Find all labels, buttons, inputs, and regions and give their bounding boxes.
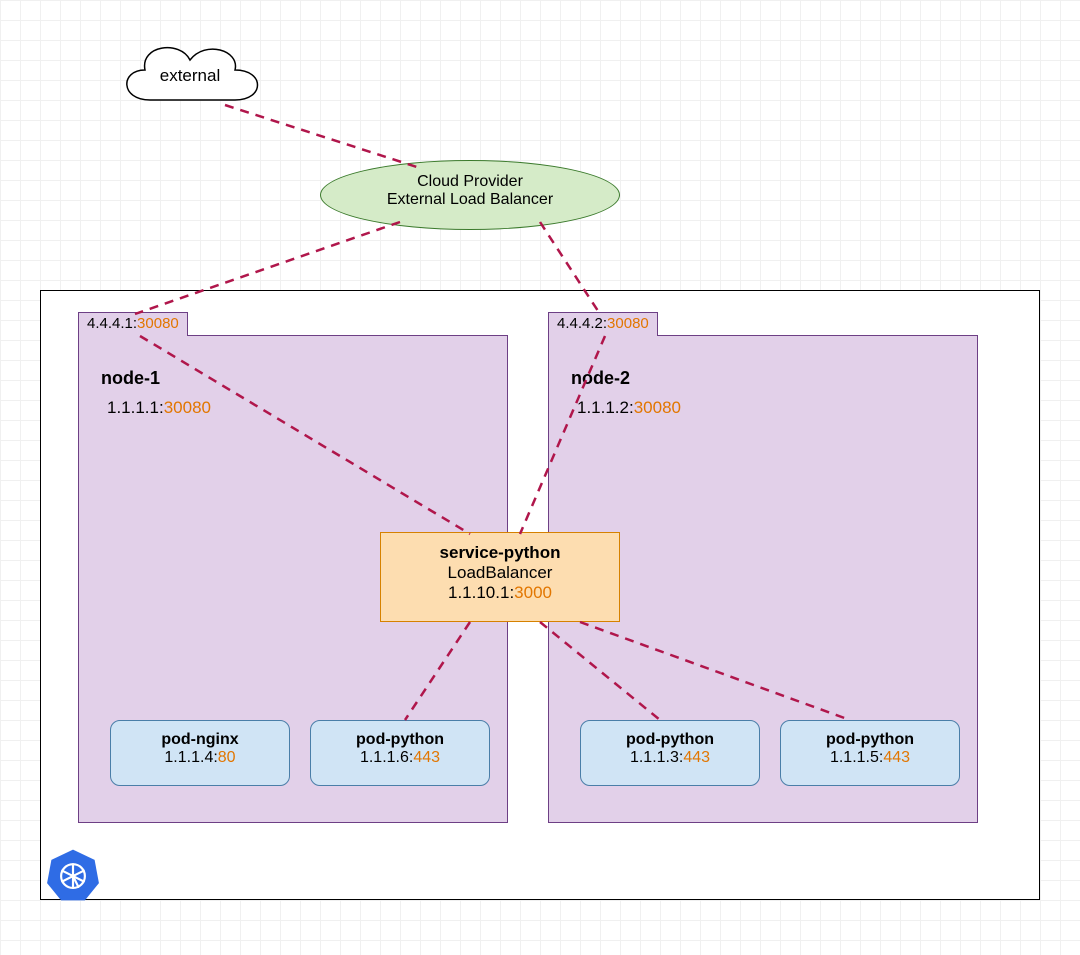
node-2-internal-port: 30080 [634,398,681,417]
pod-4-port: 443 [883,749,910,766]
pod-1-name: pod-nginx [111,731,289,749]
service-box: service-python LoadBalancer 1.1.10.1:300… [380,532,620,622]
pod-1-endpoint: 1.1.1.4:80 [111,749,289,767]
service-type: LoadBalancer [381,563,619,583]
pod-1-port: 80 [218,749,236,766]
service-endpoint: 1.1.10.1:3000 [381,583,619,603]
pod-nginx: pod-nginx 1.1.1.4:80 [110,720,290,786]
pod-2-ip: 1.1.1.6: [360,749,413,766]
pod-4-ip: 1.1.1.5: [830,749,883,766]
pod-3-endpoint: 1.1.1.3:443 [581,749,759,767]
pod-3-name: pod-python [581,731,759,749]
kubernetes-logo-icon [46,848,100,902]
pod-2-name: pod-python [311,731,489,749]
external-cloud: external [110,30,270,120]
node-1-public-ip: 4.4.4.1: [87,315,137,332]
pod-python-2: pod-python 1.1.1.3:443 [580,720,760,786]
service-ip: 1.1.10.1: [448,583,514,602]
pod-4-name: pod-python [781,731,959,749]
node-2-public-port: 30080 [607,315,649,332]
pod-python-3: pod-python 1.1.1.5:443 [780,720,960,786]
service-port: 3000 [514,583,552,602]
node-1-public-endpoint: 4.4.4.1:30080 [78,312,188,336]
lb-line2: External Load Balancer [321,191,619,209]
pod-4-endpoint: 1.1.1.5:443 [781,749,959,767]
pod-2-endpoint: 1.1.1.6:443 [311,749,489,767]
node-2-public-endpoint: 4.4.4.2:30080 [548,312,658,336]
node-1-internal-ip: 1.1.1.1: [107,398,164,417]
pod-3-port: 443 [683,749,710,766]
node-2-public-ip: 4.4.4.2: [557,315,607,332]
node-1-internal-endpoint: 1.1.1.1:30080 [107,398,211,418]
node-1-internal-port: 30080 [164,398,211,417]
node-1-title: node-1 [101,368,160,389]
node-2-title: node-2 [571,368,630,389]
pod-python-1: pod-python 1.1.1.6:443 [310,720,490,786]
external-label: external [110,66,270,86]
pod-2-port: 443 [413,749,440,766]
cloud-provider-lb: Cloud Provider External Load Balancer [320,160,620,230]
pod-1-ip: 1.1.1.4: [164,749,217,766]
diagram-canvas: external Cloud Provider External Load Ba… [0,0,1080,955]
lb-line1: Cloud Provider [321,173,619,191]
pod-3-ip: 1.1.1.3: [630,749,683,766]
service-name: service-python [381,543,619,563]
node-2-internal-endpoint: 1.1.1.2:30080 [577,398,681,418]
node-1-public-port: 30080 [137,315,179,332]
node-2-internal-ip: 1.1.1.2: [577,398,634,417]
